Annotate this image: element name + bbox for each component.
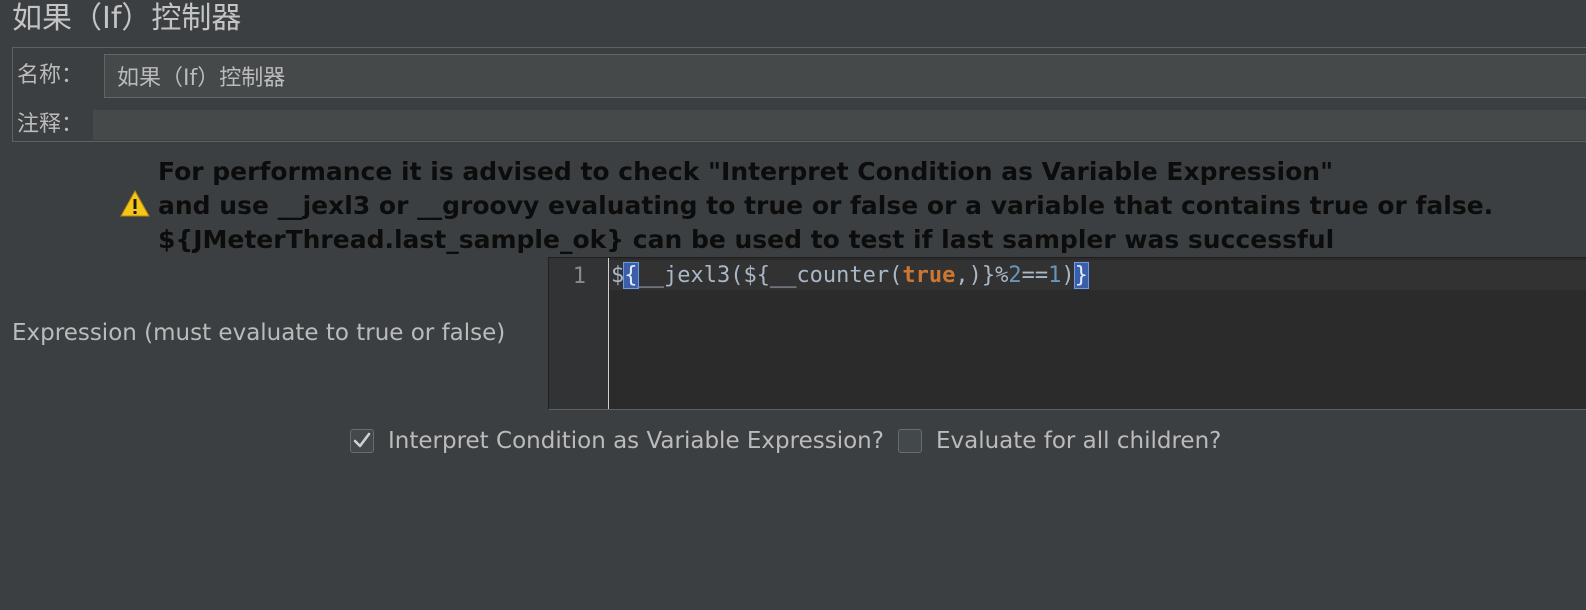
expression-label: Expression (must evaluate to true or fal…: [12, 320, 506, 346]
matched-brace-open: {: [623, 262, 639, 289]
warning-line-2: and use __jexl3 or __groovy evaluating t…: [158, 191, 1494, 220]
comment-label: 注释：: [17, 112, 84, 137]
interpret-condition-checkbox[interactable]: [350, 429, 374, 453]
evaluate-all-children-label[interactable]: Evaluate for all children?: [936, 428, 1221, 454]
checkmark-icon: [353, 432, 371, 448]
matched-brace-close: }: [1073, 262, 1089, 289]
code-token: __jexl3(${__counter(: [637, 263, 903, 288]
code-keyword: true: [902, 263, 956, 288]
warning-triangle-icon: [120, 190, 150, 217]
code-token: $: [611, 263, 625, 288]
interpret-condition-label[interactable]: Interpret Condition as Variable Expressi…: [388, 428, 884, 454]
code-number: 2: [1008, 263, 1022, 288]
expression-editor[interactable]: 1 ${__jexl3(${__counter(true,)}%2==1)}: [548, 257, 1586, 410]
warning-line-3: ${JMeterThread.last_sample_ok} can be us…: [158, 225, 1335, 254]
page-title: 如果（If）控制器: [12, 1, 242, 36]
code-token: ,)}%: [955, 263, 1009, 288]
line-number-gutter: 1: [549, 258, 609, 409]
if-controller-panel: 如果（If）控制器 名称： 注释： For performance it is …: [0, 0, 1586, 610]
code-token: ): [1061, 263, 1075, 288]
code-token: ==: [1021, 263, 1049, 288]
warning-line-1: For performance it is advised to check "…: [158, 157, 1334, 186]
code-line[interactable]: ${__jexl3(${__counter(true,)}%2==1)}: [611, 261, 1089, 291]
evaluate-all-children-checkbox[interactable]: [897, 429, 922, 453]
code-number: 1: [1048, 263, 1062, 288]
performance-warning: For performance it is advised to check "…: [158, 155, 1578, 257]
name-label: 名称：: [17, 63, 84, 88]
name-input[interactable]: [104, 54, 1586, 98]
options-row: Interpret Condition as Variable Expressi…: [350, 425, 1235, 457]
comment-input[interactable]: [93, 110, 1586, 140]
line-number: 1: [572, 264, 586, 289]
